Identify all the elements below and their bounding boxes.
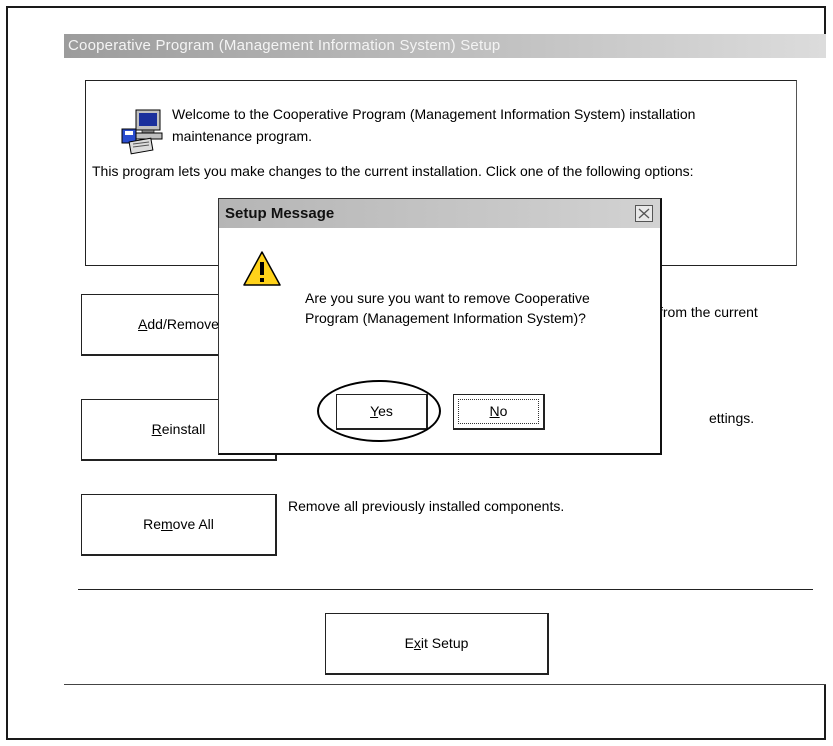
add-remove-label: Add/Remove [138, 316, 219, 332]
setup-message-dialog: Setup Message Are you sure you want to r… [218, 198, 662, 455]
no-label: No [489, 403, 508, 419]
remove-all-label: Remove All [143, 516, 214, 532]
add-remove-description: from the current [659, 304, 758, 320]
separator-line [78, 589, 813, 590]
remove-all-description: Remove all previously installed componen… [288, 498, 565, 514]
dialog-title-bar: Setup Message [219, 199, 660, 228]
window-title-bar: Cooperative Program (Management Informat… [64, 34, 826, 58]
exit-setup-label: Exit Setup [404, 635, 469, 651]
reinstall-label: Reinstall [151, 421, 206, 437]
welcome-message: Welcome to the Cooperative Program (Mana… [172, 106, 696, 144]
window-title: Cooperative Program (Management Informat… [68, 37, 501, 54]
exit-setup-button[interactable]: Exit Setup [325, 613, 549, 675]
computer-setup-icon [121, 109, 163, 155]
intro-message: This program lets you make changes to th… [92, 163, 694, 179]
warning-icon [243, 251, 281, 286]
close-icon[interactable] [635, 205, 653, 222]
yes-label: Yes [370, 403, 393, 419]
no-button[interactable]: No [453, 394, 545, 430]
close-x-glyph [638, 208, 650, 219]
reinstall-description: ettings. [709, 410, 755, 426]
yes-button[interactable]: Yes [336, 394, 428, 430]
dialog-message: Are you sure you want to remove Cooperat… [305, 290, 590, 326]
remove-all-button[interactable]: Remove All [81, 494, 277, 556]
dialog-title: Setup Message [225, 205, 335, 222]
